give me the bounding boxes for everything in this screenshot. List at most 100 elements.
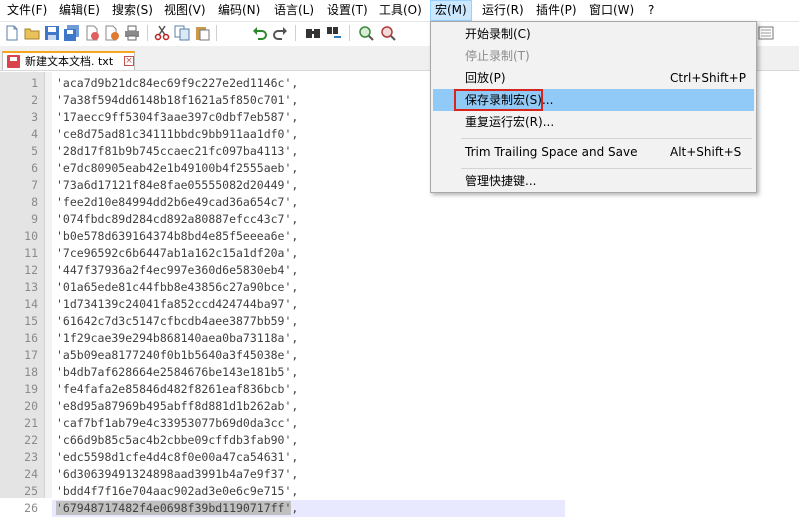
tab-close-icon[interactable]: × [124, 56, 134, 66]
menu-window[interactable]: 窗口(W) [585, 0, 638, 21]
line-number: 14 [24, 297, 38, 311]
menu-item-stop-recording: 停止录制(T) [465, 49, 530, 63]
menu-plugins[interactable]: 插件(P) [532, 0, 581, 21]
code-line[interactable]: 11 '7ce96592c6b6447ab1a162c15a1df20a', [0, 245, 799, 262]
cut-icon[interactable] [154, 25, 170, 41]
line-text: 'e8d95a87969b495abff8d881d1b262ab', [56, 399, 299, 413]
menu-item-start-recording[interactable]: 开始录制(C) [433, 23, 754, 45]
sync-scroll-icon[interactable] [758, 25, 774, 41]
replace-icon[interactable] [326, 25, 342, 41]
line-text: '28d17f81b9b745ccaec21fc097ba4113', [56, 144, 299, 158]
code-line[interactable]: 16 '1f29cae39e294b868140aea0ba73118a', [0, 330, 799, 347]
line-number: 19 [24, 382, 38, 396]
line-number: 11 [24, 246, 38, 260]
code-line[interactable]: 12 '447f37936a2f4ec997e360d6e5830eb4', [0, 262, 799, 279]
menu-edit[interactable]: 编辑(E) [55, 0, 104, 21]
line-text: 'bdd4f7f16e704aac902ad3e0e6c9e715', [56, 484, 299, 498]
undo-icon[interactable] [252, 25, 268, 41]
code-line[interactable]: 22 'c66d9b85c5ac4b2cbbe09cffdb3fab90', [0, 432, 799, 449]
toolbar-separator [147, 25, 148, 41]
line-number: 3 [31, 110, 38, 124]
paste-icon[interactable] [194, 25, 210, 41]
menu-item-manage-shortcuts[interactable]: 管理快捷键... [433, 170, 754, 192]
toolbar-separator [349, 25, 350, 41]
line-text: 'aca7d9b21dc84ec69f9c227e2ed1146c', [56, 76, 299, 90]
menu-tools[interactable]: 工具(O) [375, 0, 426, 21]
line-text: 'e7dc80905eab42e1b49100b4f2555aeb', [56, 161, 299, 175]
zoom-out-icon[interactable] [380, 25, 396, 41]
code-line[interactable]: 25 'bdd4f7f16e704aac902ad3e0e6c9e715', [0, 483, 799, 500]
line-text: '7ce96592c6b6447ab1a162c15a1df20a', [56, 246, 299, 260]
selected-text: '67948717482f4e0698f39bd1190717ff' [56, 501, 292, 515]
line-number: 25 [24, 484, 38, 498]
menu-settings[interactable]: 设置(T) [323, 0, 372, 21]
open-file-icon[interactable] [24, 25, 40, 41]
code-line[interactable]: 19 'fe4fafa2e85846d482f8261eaf836bcb', [0, 381, 799, 398]
code-line[interactable]: 23 'edc5598d1cfe4d4c8f0e00a47ca54631', [0, 449, 799, 466]
line-text: '17aecc9ff5304f3aae397c0dbf7eb587', [56, 110, 299, 124]
code-line[interactable]: 20 'e8d95a87969b495abff8d881d1b262ab', [0, 398, 799, 415]
line-text: 'b0e578d639164374b8bd4e85f5eeea6e', [56, 229, 299, 243]
code-line[interactable]: 24 '6d30639491324898aad3991b4a7e9f37', [0, 466, 799, 483]
line-number: 22 [24, 433, 38, 447]
code-line[interactable]: 13 '01a65ede81c44fbb8e43856c27a90bce', [0, 279, 799, 296]
print-icon[interactable] [124, 25, 140, 41]
menu-item-save-recorded-macro[interactable]: 保存录制宏(S)... [433, 89, 754, 111]
line-text: 'a5b09ea8177240f0b1b5640a3f45038e', [56, 348, 299, 362]
line-number: 7 [31, 178, 38, 192]
code-line[interactable]: 10 'b0e578d639164374b8bd4e85f5eeea6e', [0, 228, 799, 245]
save-all-icon[interactable] [64, 25, 80, 41]
line-number: 1 [31, 76, 38, 90]
menu-macro[interactable]: 宏(M) [430, 0, 472, 21]
shortcut-label: Alt+Shift+S [670, 145, 742, 159]
code-line[interactable]: 17 'a5b09ea8177240f0b1b5640a3f45038e', [0, 347, 799, 364]
line-text: 'c66d9b85c5ac4b2cbbe09cffdb3fab90', [56, 433, 299, 447]
zoom-in-icon[interactable] [358, 25, 374, 41]
line-number: 13 [24, 280, 38, 294]
line-number: 5 [31, 144, 38, 158]
redo-icon[interactable] [272, 25, 288, 41]
menu-separator [461, 168, 752, 169]
menu-encoding[interactable]: 编码(N) [214, 0, 264, 21]
code-line[interactable]: 18 'b4db7af628664e2584676be143e181b5', [0, 364, 799, 381]
menu-item-trim-trailing-space-save[interactable]: Trim Trailing Space and Save Alt+Shift+S [433, 141, 754, 163]
copy-icon[interactable] [174, 25, 190, 41]
toolbar-separator [295, 25, 296, 41]
line-number: 16 [24, 331, 38, 345]
menu-help[interactable]: ? [644, 0, 658, 21]
current-line[interactable]: 26 '67948717482f4e0698f39bd1190717ff', [24, 500, 565, 517]
line-text: 'fe4fafa2e85846d482f8261eaf836bcb', [56, 382, 299, 396]
close-icon[interactable] [84, 25, 100, 41]
line-number: 24 [24, 467, 38, 481]
save-icon[interactable] [44, 25, 60, 41]
menu-item-run-macro-multiple[interactable]: 重复运行宏(R)... [433, 111, 754, 133]
code-line[interactable]: 21 'caf7bf1ab79e4c33953077b69d0da3cc', [0, 415, 799, 432]
close-all-icon[interactable] [104, 25, 120, 41]
line-text: '074fbdc89d284cd892a80887efcc43c7', [56, 212, 299, 226]
code-line[interactable]: 15 '61642c7d3c5147cfbcdb4aee3877bb59', [0, 313, 799, 330]
line-text: '01a65ede81c44fbb8e43856c27a90bce', [56, 280, 299, 294]
find-icon[interactable] [305, 25, 321, 41]
menu-run[interactable]: 运行(R) [478, 0, 528, 21]
menu-separator [461, 138, 752, 139]
line-number: 4 [31, 127, 38, 141]
line-number: 8 [31, 195, 38, 209]
line-number: 17 [24, 348, 38, 362]
new-file-icon[interactable] [4, 25, 20, 41]
line-text: 'edc5598d1cfe4d4c8f0e00a47ca54631', [56, 450, 299, 464]
line-number: 6 [31, 161, 38, 175]
line-number: 23 [24, 450, 38, 464]
menu-file[interactable]: 文件(F) [3, 0, 51, 21]
line-text: '67948717482f4e0698f39bd1190717ff', [56, 500, 298, 517]
unsaved-file-icon [7, 55, 20, 68]
menu-item-playback[interactable]: 回放(P) Ctrl+Shift+P [433, 67, 754, 89]
tab-document[interactable]: 新建文本文档. txt × [2, 51, 135, 70]
menu-language[interactable]: 语言(L) [270, 0, 318, 21]
code-line[interactable]: 8 'fee2d10e84994dd2b6e49cad36a654c7', [0, 194, 799, 211]
line-text: '7a38f594dd6148b18f1621a5f850c701', [56, 93, 299, 107]
menu-view[interactable]: 视图(V) [160, 0, 210, 21]
code-line[interactable]: 9 '074fbdc89d284cd892a80887efcc43c7', [0, 211, 799, 228]
code-line[interactable]: 14 '1d734139c24041fa852ccd424744ba97', [0, 296, 799, 313]
menu-search[interactable]: 搜索(S) [108, 0, 157, 21]
line-number: 26 [24, 501, 38, 515]
